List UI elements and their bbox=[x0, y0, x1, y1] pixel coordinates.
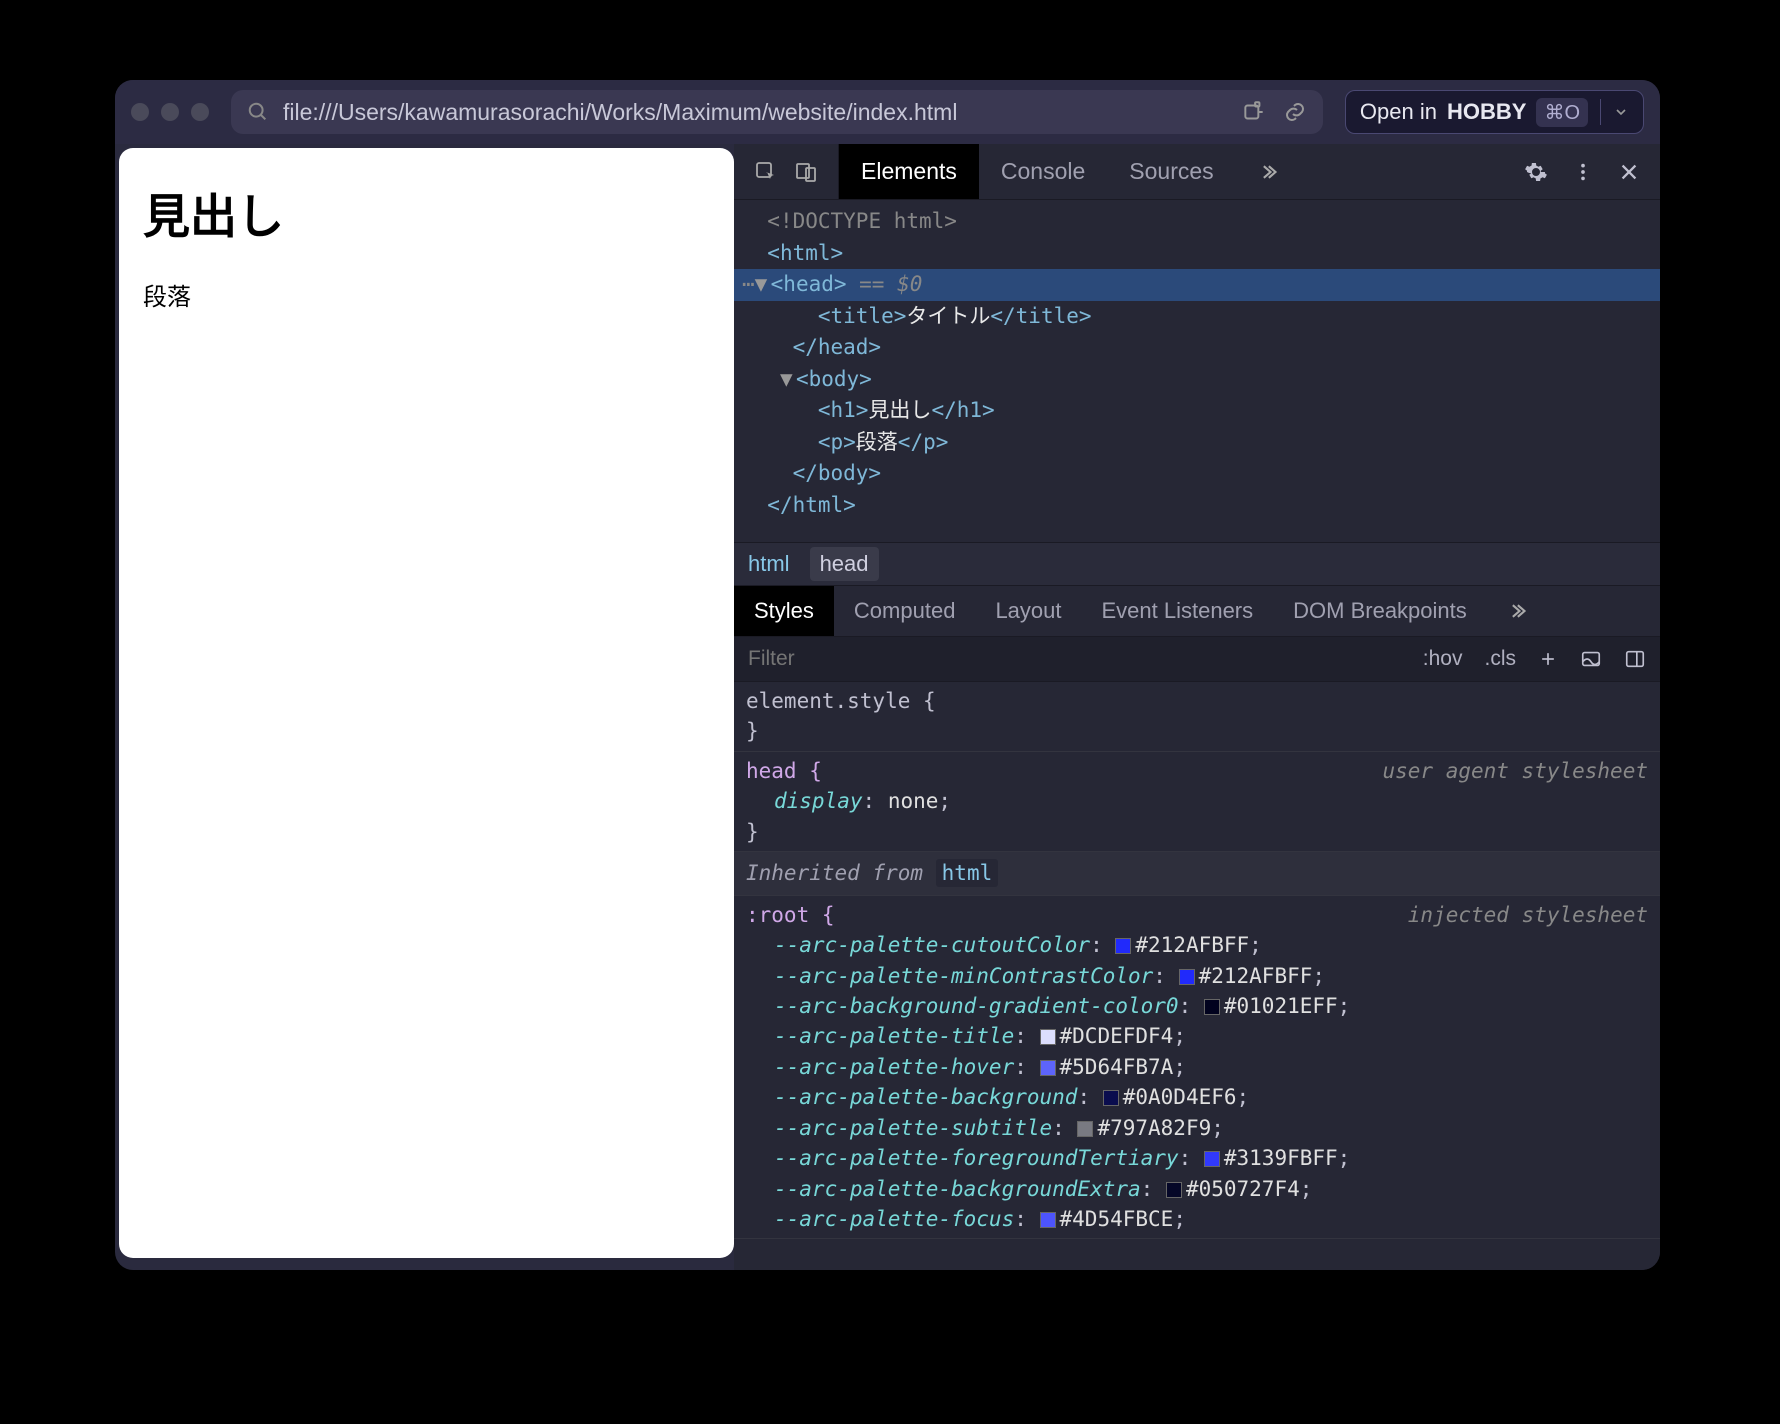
maximize-window-button[interactable] bbox=[191, 103, 209, 121]
tab-styles-more[interactable] bbox=[1487, 586, 1547, 636]
rule-element-style: element.style { } bbox=[734, 682, 1660, 752]
open-in-hobby-button[interactable]: Open in HOBBY ⌘O bbox=[1345, 90, 1644, 134]
window-controls bbox=[131, 103, 209, 121]
close-icon[interactable] bbox=[1618, 161, 1640, 183]
page-paragraph: 段落 bbox=[143, 277, 710, 312]
devtools-tabs: Elements Console Sources bbox=[734, 144, 1660, 200]
css-var-row: --arc-palette-focus: #4D54FBCE; bbox=[746, 1204, 1648, 1234]
cls-toggle[interactable]: .cls bbox=[1485, 647, 1517, 671]
hov-toggle[interactable]: :hov bbox=[1423, 647, 1463, 671]
dom-head-open: <head> bbox=[771, 272, 847, 296]
styles-tabs: Styles Computed Layout Event Listeners D… bbox=[734, 586, 1660, 636]
tab-sources[interactable]: Sources bbox=[1107, 144, 1235, 199]
link-icon[interactable] bbox=[1283, 99, 1307, 125]
css-var-row: --arc-palette-title: #DCDEFDF4; bbox=[746, 1021, 1648, 1051]
styles-filter-bar: :hov .cls bbox=[734, 636, 1660, 682]
css-var-row: --arc-palette-foregroundTertiary: #3139F… bbox=[746, 1143, 1648, 1173]
tab-console[interactable]: Console bbox=[979, 144, 1107, 199]
search-icon bbox=[247, 101, 269, 123]
tab-dom-breakpoints[interactable]: DOM Breakpoints bbox=[1273, 586, 1487, 636]
device-icon[interactable] bbox=[794, 160, 818, 184]
css-var-row: --arc-palette-background: #0A0D4EF6; bbox=[746, 1082, 1648, 1112]
tab-elements[interactable]: Elements bbox=[839, 144, 979, 199]
hobby-label: HOBBY bbox=[1447, 99, 1526, 125]
dom-doctype: <!DOCTYPE html> bbox=[767, 209, 957, 233]
breadcrumb-html[interactable]: html bbox=[748, 551, 790, 577]
dom-html-open: <html> bbox=[767, 241, 843, 265]
flex-icon[interactable] bbox=[1580, 648, 1602, 670]
close-window-button[interactable] bbox=[131, 103, 149, 121]
titlebar: file:///Users/kawamurasorachi/Works/Maxi… bbox=[115, 80, 1660, 144]
dom-tree[interactable]: <!DOCTYPE html> <html> ⋯▼<head> == $0 <t… bbox=[734, 200, 1660, 542]
minimize-window-button[interactable] bbox=[161, 103, 179, 121]
devtools-panel: Elements Console Sources bbox=[734, 144, 1660, 1270]
css-var-row: --arc-palette-subtitle: #797A82F9; bbox=[746, 1113, 1648, 1143]
tab-more[interactable] bbox=[1236, 144, 1300, 199]
inspect-icon[interactable] bbox=[754, 160, 778, 184]
dom-selected-row[interactable]: ⋯▼<head> == $0 bbox=[734, 269, 1660, 301]
kebab-icon[interactable] bbox=[1572, 161, 1594, 183]
breadcrumb-head[interactable]: head bbox=[810, 547, 879, 581]
tab-layout[interactable]: Layout bbox=[975, 586, 1081, 636]
browser-window: file:///Users/kawamurasorachi/Works/Maxi… bbox=[115, 80, 1660, 1270]
rule-root: injected stylesheet :root { --arc-palett… bbox=[734, 896, 1660, 1240]
styles-filter-input[interactable] bbox=[748, 647, 1019, 671]
rule-head: user agent stylesheet head { display: no… bbox=[734, 752, 1660, 852]
page-heading: 見出し bbox=[143, 178, 710, 247]
css-var-row: --arc-palette-minContrastColor: #212AFBF… bbox=[746, 961, 1648, 991]
tab-event-listeners[interactable]: Event Listeners bbox=[1082, 586, 1274, 636]
css-var-row: --arc-background-gradient-color0: #01021… bbox=[746, 991, 1648, 1021]
css-var-row: --arc-palette-hover: #5D64FB7A; bbox=[746, 1052, 1648, 1082]
user-agent-stylesheet-label: user agent stylesheet bbox=[1382, 756, 1648, 786]
divider bbox=[1600, 99, 1601, 125]
url-text: file:///Users/kawamurasorachi/Works/Maxi… bbox=[283, 99, 1227, 126]
tab-computed[interactable]: Computed bbox=[834, 586, 976, 636]
open-in-label: Open in bbox=[1360, 99, 1437, 125]
shortcut-badge: ⌘O bbox=[1536, 98, 1588, 127]
css-var-row: --arc-palette-cutoutColor: #212AFBFF; bbox=[746, 930, 1648, 960]
styles-rules[interactable]: element.style { } user agent stylesheet … bbox=[734, 682, 1660, 1270]
tab-styles[interactable]: Styles bbox=[734, 586, 834, 636]
inherited-from-row: Inherited from html bbox=[734, 852, 1660, 895]
url-bar[interactable]: file:///Users/kawamurasorachi/Works/Maxi… bbox=[231, 90, 1323, 134]
content-area: 見出し 段落 Elements Console Sources bbox=[115, 144, 1660, 1270]
panel-icon[interactable] bbox=[1624, 648, 1646, 670]
page-preview: 見出し 段落 bbox=[119, 148, 734, 1258]
gear-icon[interactable] bbox=[1524, 160, 1548, 184]
extension-icon[interactable] bbox=[1241, 99, 1267, 125]
chevron-down-icon[interactable] bbox=[1613, 104, 1629, 120]
dom-breadcrumb: html head bbox=[734, 542, 1660, 586]
injected-stylesheet-label: injected stylesheet bbox=[1408, 900, 1648, 930]
new-rule-icon[interactable] bbox=[1538, 649, 1558, 669]
css-var-row: --arc-palette-backgroundExtra: #050727F4… bbox=[746, 1174, 1648, 1204]
